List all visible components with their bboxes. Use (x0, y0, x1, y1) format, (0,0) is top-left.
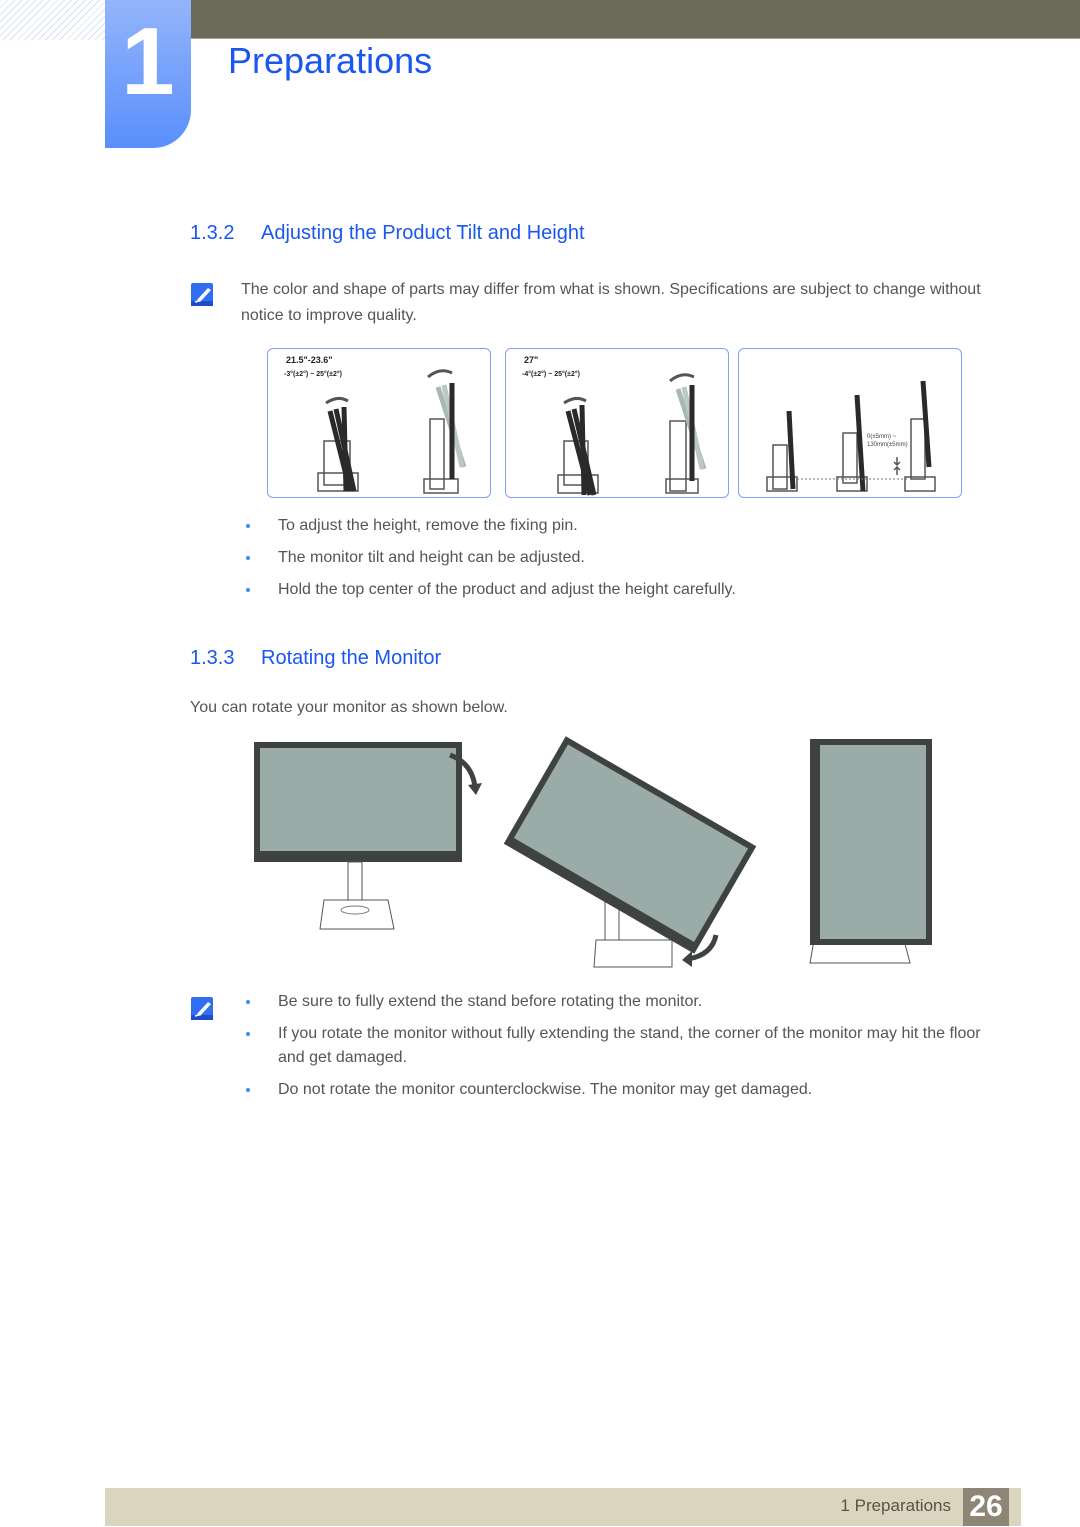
list-item: The monitor tilt and height can be adjus… (241, 546, 1001, 570)
monitor-rotating (503, 736, 757, 968)
note-icon (191, 997, 213, 1020)
section-number: 1.3.2 (190, 222, 235, 244)
section-heading-rotate: 1.3.3 Rotating the Monitor (190, 647, 441, 670)
height-panel: 0(±5mm) ~ 130mm(±5mm) (738, 348, 962, 498)
bullet-text: Do not rotate the monitor counterclockwi… (278, 1081, 813, 1098)
rotation-illustration (254, 736, 932, 968)
chapter-number: 1 (121, 8, 175, 115)
height-range-label: 0(±5mm) ~ 130mm(±5mm) (867, 433, 908, 449)
rotate-note-list: Be sure to fully extend the stand before… (241, 990, 1001, 1102)
height-range-line1: 0(±5mm) ~ (867, 434, 897, 440)
page-number: 26 (963, 1488, 1009, 1526)
section-title: Adjusting the Product Tilt and Height (261, 222, 585, 244)
height-illustration (766, 380, 936, 492)
section-title: Rotating the Monitor (261, 647, 442, 669)
bullet-icon (246, 1032, 250, 1036)
height-range-line2: 130mm(±5mm) (867, 442, 908, 448)
monitor-landscape (254, 742, 462, 930)
header-bar (190, 0, 1080, 39)
list-item: Hold the top center of the product and a… (241, 578, 1001, 602)
bullet-icon (246, 1000, 250, 1004)
list-item: Do not rotate the monitor counterclockwi… (241, 1078, 1001, 1102)
footer-chapter-label: 1 Preparations (840, 1496, 951, 1515)
panel-angle-label: -4°(±2°) ~ 25°(±2°) (522, 371, 580, 378)
bullet-text: Be sure to fully extend the stand before… (278, 993, 703, 1010)
list-item: To adjust the height, remove the fixing … (241, 514, 1001, 538)
note-text: The color and shape of parts may differ … (241, 281, 981, 324)
rotate-intro: You can rotate your monitor as shown bel… (190, 699, 508, 716)
panel-angle-label: -3°(±2°) ~ 25°(±2°) (284, 371, 342, 378)
monitor-portrait (809, 739, 932, 964)
tilt-panel-small: 21.5"-23.6" -3°(±2°) ~ 25°(±2°) (267, 348, 491, 498)
bullet-text: Hold the top center of the product and a… (278, 581, 736, 598)
chapter-title: Preparations (228, 40, 433, 81)
panel-size-label: 27" (524, 355, 539, 365)
list-item: Be sure to fully extend the stand before… (241, 990, 1001, 1014)
page-footer: 1 Preparations 26 (105, 1488, 1021, 1526)
decorative-hatch (0, 0, 105, 40)
tilt-bullet-list: To adjust the height, remove the fixing … (241, 514, 1001, 602)
bullet-text: To adjust the height, remove the fixing … (278, 517, 578, 534)
bullet-text: If you rotate the monitor without fully … (278, 1025, 981, 1066)
section-heading-tilt: 1.3.2 Adjusting the Product Tilt and Heig… (190, 222, 585, 245)
section-number: 1.3.3 (190, 647, 235, 669)
bullet-text: The monitor tilt and height can be adjus… (278, 549, 585, 566)
bullet-icon (246, 588, 250, 592)
note-icon (191, 283, 213, 306)
bullet-icon (246, 1088, 250, 1092)
list-item: If you rotate the monitor without fully … (241, 1022, 1001, 1070)
tilt-panel-large: 27" -4°(±2°) ~ 25°(±2°) (505, 348, 729, 498)
bullet-icon (246, 556, 250, 560)
chapter-tab: 1 (105, 0, 191, 148)
bullet-icon (246, 524, 250, 528)
panel-size-label: 21.5"-23.6" (286, 355, 333, 365)
